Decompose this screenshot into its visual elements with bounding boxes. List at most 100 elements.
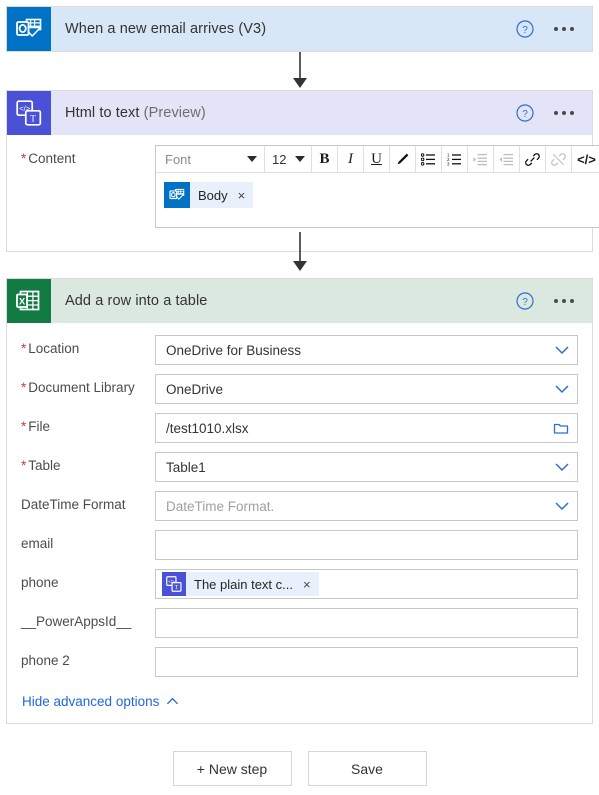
field-row-powerappsid: __PowerAppsId__ [21, 608, 578, 638]
field-label-table: * Table [21, 458, 61, 473]
outlook-icon [7, 7, 51, 51]
flow-designer-canvas: When a new email arrives (V3) ? </> T Ht… [0, 0, 599, 795]
phone-input[interactable]: </> T The plain text c... × [155, 569, 578, 599]
save-button[interactable]: Save [307, 751, 427, 786]
chevron-up-icon [167, 697, 179, 705]
field-row-content: * Content Font 12 B I U 1 2 3 </> Body × [21, 145, 599, 228]
required-asterisk: * [21, 341, 27, 356]
svg-text:X: X [19, 296, 26, 307]
field-label-phone-2: phone 2 [21, 653, 70, 668]
location-dropdown[interactable]: OneDrive for Business [155, 335, 578, 365]
field-row-phone-2: phone 2 [21, 647, 578, 677]
help-circle-icon[interactable]: ? [516, 104, 534, 122]
field-row-table: * Table Table1 [21, 452, 578, 482]
document-library-value: OneDrive [166, 381, 224, 397]
table-value: Table1 [166, 459, 206, 475]
field-row-email: email [21, 530, 578, 560]
pen-icon[interactable] [390, 146, 415, 173]
required-asterisk: * [21, 151, 27, 166]
step-header-add-row[interactable]: X Add a row into a table ? [7, 279, 592, 323]
svg-text:?: ? [522, 109, 528, 120]
field-row-datetime-format: DateTime Format DateTime Format. [21, 491, 578, 521]
token-label: Body [198, 187, 228, 203]
link-icon[interactable] [520, 146, 545, 173]
phone-2-input[interactable] [155, 647, 578, 677]
rich-text-content-area[interactable]: Body × [156, 173, 599, 227]
help-circle-icon[interactable]: ? [516, 292, 534, 310]
indent-icon[interactable] [468, 146, 493, 173]
underline-button[interactable]: U [364, 146, 389, 173]
token-label: The plain text c... [194, 576, 293, 592]
numbered-list-icon[interactable]: 1 2 3 [442, 146, 467, 173]
field-label-document-library: * Document Library [21, 380, 135, 395]
more-options-icon[interactable] [552, 105, 576, 121]
hide-advanced-options-label: Hide advanced options [22, 694, 160, 709]
field-label-file: * File [21, 419, 51, 434]
font-size-value: 12 [272, 151, 287, 167]
html-to-text-icon: </> T [162, 572, 186, 596]
help-circle-icon[interactable]: ? [516, 20, 534, 38]
field-label-location: * Location [21, 341, 80, 356]
file-input[interactable]: /test1010.xlsx [155, 413, 578, 443]
more-options-icon[interactable] [552, 21, 576, 37]
more-options-icon[interactable] [552, 293, 576, 309]
folder-picker-icon[interactable] [553, 420, 569, 436]
step-header-html-to-text[interactable]: </> T Html to text (Preview) ? [7, 91, 592, 135]
datetime-format-dropdown[interactable]: DateTime Format. [155, 491, 578, 521]
chevron-down-icon [295, 156, 305, 162]
close-icon[interactable]: × [238, 188, 246, 203]
dynamic-content-token-plain-text[interactable]: </> T The plain text c... × [162, 572, 319, 596]
new-step-button[interactable]: + New step [172, 751, 292, 786]
outlook-icon [164, 182, 190, 208]
required-asterisk: * [21, 380, 27, 395]
powerappsid-input[interactable] [155, 608, 578, 638]
step-title-html-to-text: Html to text (Preview) [65, 105, 206, 121]
step-body-add-row: * Location OneDrive for Business * Documen… [7, 323, 592, 723]
bold-button[interactable]: B [312, 146, 337, 173]
field-label-content: * Content [21, 151, 76, 166]
document-library-dropdown[interactable]: OneDrive [155, 374, 578, 404]
datetime-format-placeholder: DateTime Format. [166, 498, 275, 514]
unlink-icon[interactable] [546, 146, 571, 173]
svg-text:?: ? [522, 297, 528, 308]
font-size-dropdown[interactable]: 12 [265, 146, 311, 173]
field-row-phone: phone </> T The plain text c... × [21, 569, 578, 599]
italic-button[interactable]: I [338, 146, 363, 173]
footer-actions: + New step Save [0, 751, 599, 786]
svg-text:T: T [30, 114, 36, 124]
connector-arrow-1 [0, 52, 599, 90]
field-label-phone: phone [21, 575, 59, 590]
location-value: OneDrive for Business [166, 342, 302, 358]
rich-text-editor[interactable]: Font 12 B I U 1 2 3 </> Body × [155, 145, 599, 228]
outdent-icon[interactable] [494, 146, 519, 173]
close-icon[interactable]: × [303, 577, 311, 592]
step-title-add-row: Add a row into a table [65, 293, 208, 309]
step-title-trigger: When a new email arrives (V3) [65, 21, 267, 37]
file-value: /test1010.xlsx [166, 420, 249, 436]
svg-text:3: 3 [447, 161, 450, 165]
field-label-email: email [21, 536, 54, 551]
flow-step-card-trigger[interactable]: When a new email arrives (V3) ? [6, 6, 593, 52]
field-row-document-library: * Document Library OneDrive [21, 374, 578, 404]
font-family-dropdown[interactable]: Font [156, 146, 264, 173]
html-to-text-icon: </> T [7, 91, 51, 135]
connector-arrow-2 [0, 232, 599, 274]
svg-text:?: ? [522, 25, 528, 36]
step-header-trigger[interactable]: When a new email arrives (V3) ? [7, 7, 592, 51]
font-family-value: Font [165, 151, 192, 167]
required-asterisk: * [21, 458, 27, 473]
required-asterisk: * [21, 419, 27, 434]
hide-advanced-options-link[interactable]: Hide advanced options [21, 686, 578, 709]
email-input[interactable] [155, 530, 578, 560]
flow-step-card-add-row[interactable]: X Add a row into a table ? * Location On… [6, 278, 593, 724]
bulleted-list-icon[interactable] [416, 146, 441, 173]
rich-text-toolbar: Font 12 B I U 1 2 3 </> [156, 145, 599, 173]
flow-step-card-html-to-text[interactable]: </> T Html to text (Preview) ? *Content [6, 90, 599, 252]
dynamic-content-token-body[interactable]: Body × [164, 182, 254, 208]
code-view-button[interactable]: </> [572, 146, 599, 173]
table-dropdown[interactable]: Table1 [155, 452, 578, 482]
svg-text:T: T [175, 585, 179, 591]
field-label-datetime-format: DateTime Format [21, 497, 126, 512]
field-row-file: * File /test1010.xlsx [21, 413, 578, 443]
field-label-powerappsid: __PowerAppsId__ [21, 614, 132, 629]
